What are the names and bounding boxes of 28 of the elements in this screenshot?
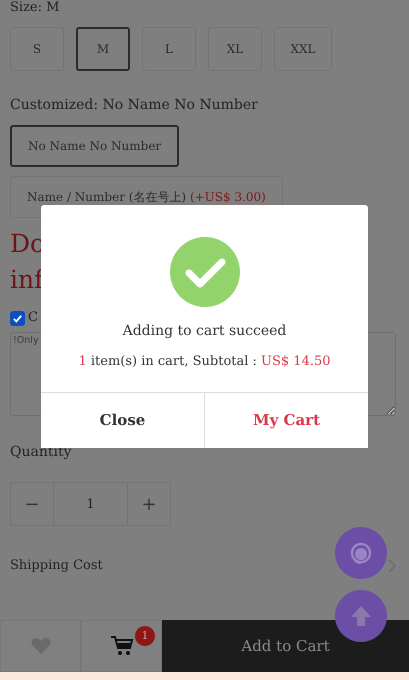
size-label: Size: M — [10, 0, 60, 16]
size-option[interactable]: XXL — [274, 27, 332, 71]
scroll-top-button[interactable] — [335, 590, 387, 642]
checkbox[interactable] — [10, 310, 25, 326]
cart-button[interactable]: 1 — [81, 620, 162, 672]
support-button[interactable] — [335, 527, 387, 579]
checkmark-icon — [12, 312, 23, 324]
size-option[interactable]: S — [10, 27, 64, 71]
customized-label: Customized: No Name No Number — [10, 97, 259, 113]
customization-option[interactable]: No Name No Number — [10, 125, 180, 167]
shipping-label: Shipping Cost — [10, 558, 103, 574]
dialog-message: Adding to cart succeed — [122, 322, 286, 340]
arrow-up-icon — [349, 604, 373, 628]
chevron-icon[interactable] — [388, 559, 396, 573]
add-to-cart-button[interactable]: Add to Cart — [162, 620, 409, 672]
decrease-button[interactable]: − — [10, 482, 54, 526]
quantity-value[interactable]: 1 — [54, 482, 127, 526]
cart-icon — [110, 635, 134, 657]
size-option[interactable]: M — [76, 27, 130, 71]
success-check-icon — [170, 237, 240, 307]
cart-count-badge: 1 — [135, 626, 155, 646]
cart-summary: 1 item(s) in cart, Subtotal : US$ 14.50 — [78, 353, 331, 371]
size-option[interactable]: XL — [208, 27, 262, 71]
my-cart-button[interactable]: My Cart — [204, 393, 368, 448]
checkbox-label: C — [28, 310, 38, 326]
increase-button[interactable]: + — [127, 482, 171, 526]
wishlist-button[interactable] — [0, 620, 81, 672]
size-option[interactable]: L — [142, 27, 196, 71]
